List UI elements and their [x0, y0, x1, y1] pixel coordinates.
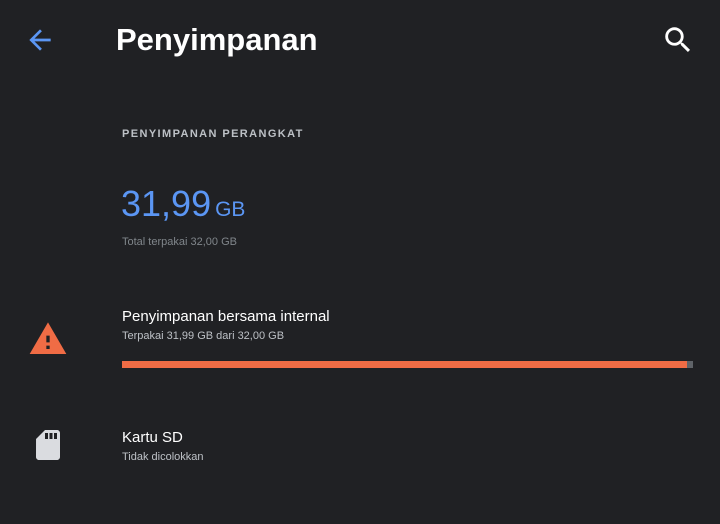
search-icon: [665, 27, 691, 53]
storage-total-text: Total terpakai 32,00 GB: [122, 236, 237, 248]
device-storage-section-header: PENYIMPANAN PERANGKAT: [122, 128, 304, 140]
sd-card-item[interactable]: Kartu SD Tidak dicolokkan: [0, 416, 720, 476]
internal-storage-title: Penyimpanan bersama internal: [122, 308, 330, 325]
arrow-back-icon: [29, 29, 51, 51]
storage-used-value: 31,99: [121, 183, 212, 224]
internal-shared-storage-item[interactable]: Penyimpanan bersama internal Terpakai 31…: [0, 296, 720, 388]
sd-card-icon: [36, 430, 60, 460]
search-button[interactable]: [656, 18, 700, 62]
sd-card-title: Kartu SD: [122, 429, 183, 446]
top-app-bar: Penyimpanan: [0, 0, 720, 80]
sd-card-icon-container: [28, 425, 68, 465]
page-title: Penyimpanan: [116, 22, 318, 57]
sd-card-subtitle: Tidak dicolokkan: [122, 451, 204, 463]
internal-storage-progress-fill: [122, 361, 688, 368]
storage-used-summary: 31,99 GB: [121, 186, 245, 222]
internal-storage-progress-bar: [122, 361, 693, 368]
warning-icon-container: [28, 319, 68, 359]
internal-storage-subtitle: Terpakai 31,99 GB dari 32,00 GB: [122, 330, 285, 342]
storage-used-unit: GB: [215, 198, 246, 221]
back-button[interactable]: [20, 20, 60, 60]
warning-icon: [29, 322, 67, 354]
